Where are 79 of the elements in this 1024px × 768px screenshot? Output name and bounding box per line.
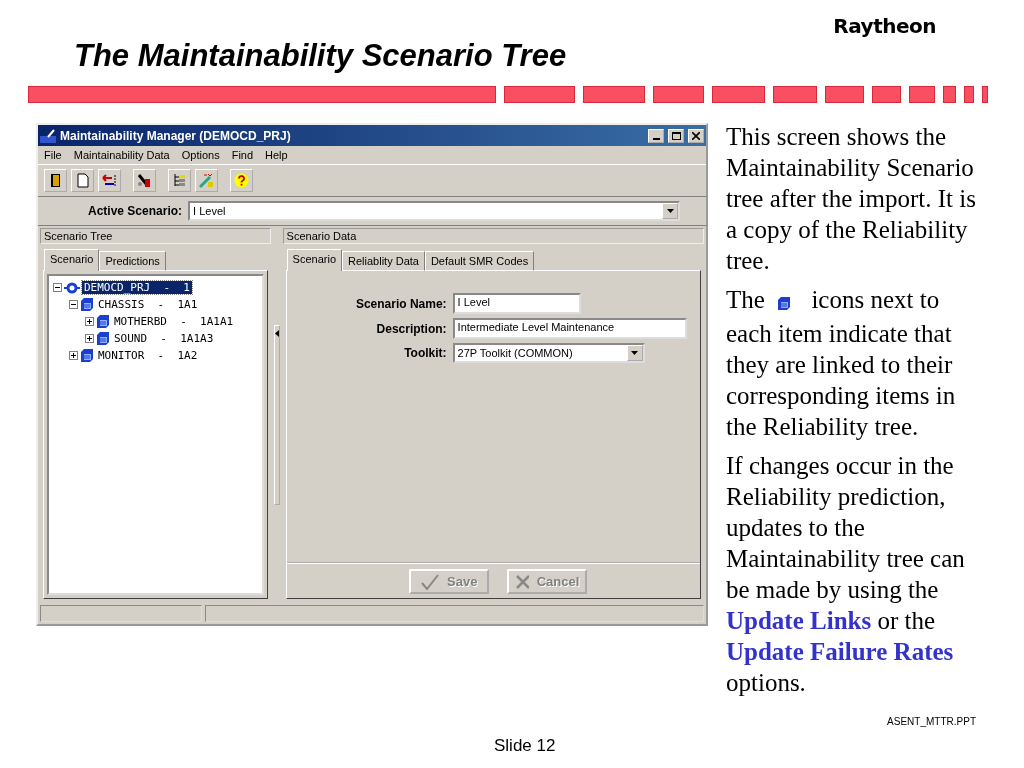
menu-item[interactable]: Find (231, 149, 254, 161)
slide-number: Slide 12 (494, 735, 556, 756)
note-paragraph: The icons next to each item indicate that they are linked to their corresponding items in the Reliability tree. (726, 285, 957, 442)
rule-segment (871, 86, 902, 103)
plus-box-icon[interactable] (85, 317, 94, 326)
note-paragraph: This screen shows the Maintainability Scenario tree after the import. It is a copy of the Reliability tree. (726, 122, 977, 276)
tools-icon (136, 172, 153, 189)
page-icon (74, 172, 91, 189)
minus-box-icon[interactable] (53, 283, 62, 292)
plus-box-icon[interactable] (69, 351, 78, 360)
window-title: Maintainability Manager (DEMOCD_PRJ) (60, 128, 292, 143)
rule-segment (982, 86, 988, 103)
file-name: ASENT_MTTR.PPT (887, 715, 976, 727)
rule-segment (712, 86, 765, 103)
rule-segment (824, 86, 864, 103)
note-paragraph: If changes occur in the Reliability prediction, updates to the Maintainability tree can be made by using the Update Links or the Update Failure Rates options. (726, 450, 966, 698)
tree-item[interactable]: CHASSIS - 1A1 (96, 298, 200, 311)
minimize-button[interactable] (648, 128, 664, 143)
close-button[interactable] (688, 128, 704, 143)
help-icon (233, 172, 250, 189)
scenario-dropdown[interactable]: I Level (188, 201, 680, 221)
close-icon (692, 131, 700, 140)
menu-item[interactable]: Maintainability Data (73, 149, 170, 161)
app-icon (40, 128, 56, 143)
rule-segment (942, 86, 957, 103)
ring-icon (64, 281, 80, 294)
tree-item[interactable]: DEMOCD_PRJ - 1 (82, 281, 192, 294)
tree-item[interactable]: MONITOR - 1A2 (96, 349, 200, 362)
cube-icon (96, 314, 110, 329)
tree-icon (171, 172, 188, 189)
wand-icon (198, 172, 215, 189)
rule-segment (653, 86, 705, 103)
toolbar-button[interactable] (133, 169, 156, 192)
rule-segment (582, 86, 646, 103)
maximize-button[interactable] (668, 128, 684, 143)
tab[interactable]: Reliablity Data (342, 251, 425, 271)
minimize-icon (652, 137, 660, 140)
tab[interactable]: Scenario (286, 249, 342, 271)
plus-box-icon[interactable] (85, 334, 94, 343)
splitter-handle[interactable] (273, 325, 280, 505)
caret-icon (666, 209, 674, 213)
cube-icon (80, 297, 94, 312)
field-label: Scenario Name: (354, 296, 447, 311)
minus-box-icon[interactable] (69, 300, 78, 309)
pane-title: Scenario Data (282, 228, 704, 244)
tab[interactable]: Scenario (44, 249, 100, 271)
menu-item[interactable]: Options (181, 149, 220, 161)
left-arrow-icon (274, 330, 279, 337)
link[interactable]: Update Links (726, 606, 872, 634)
toolkit-dropdown[interactable]: 27P Toolkit (COMMON) (452, 343, 645, 363)
menu-item[interactable]: File (44, 149, 62, 161)
tab[interactable]: Default SMR Codes (424, 251, 535, 271)
toolbar-button[interactable] (98, 169, 121, 192)
rule-segment (909, 86, 935, 103)
slide-title: The Maintainability Scenario Tree (74, 38, 568, 74)
toolbar-button[interactable] (44, 169, 67, 192)
x-icon (515, 573, 529, 590)
arrows-icon (101, 172, 118, 189)
menu-item[interactable]: Help (265, 149, 288, 161)
tree-item[interactable]: MOTHERBD - 1A1A1 (112, 315, 236, 328)
cube-icon (80, 348, 94, 363)
maximize-icon (671, 131, 681, 140)
field-label: Description: (375, 321, 447, 336)
field-label: Toolkit: (403, 346, 447, 360)
cube-icon (96, 331, 110, 346)
tab[interactable]: Predictions (99, 251, 166, 271)
caret-icon (631, 351, 639, 355)
rule-segment (772, 86, 817, 103)
logo: Raytheon (833, 14, 936, 38)
check-icon (421, 573, 440, 590)
rule-segment (504, 86, 575, 103)
input-field[interactable]: Intermediate Level Maintenance (452, 318, 687, 339)
tree-item[interactable]: SOUND - 1A1A3 (112, 332, 216, 345)
cube-icon (777, 296, 792, 311)
pane-title: Scenario Tree (40, 228, 271, 244)
link[interactable]: Update Failure Rates (726, 637, 954, 665)
field-label: Active Scenario: (88, 204, 183, 218)
input-field[interactable]: I Level (452, 293, 581, 314)
rule-segment (964, 86, 975, 103)
